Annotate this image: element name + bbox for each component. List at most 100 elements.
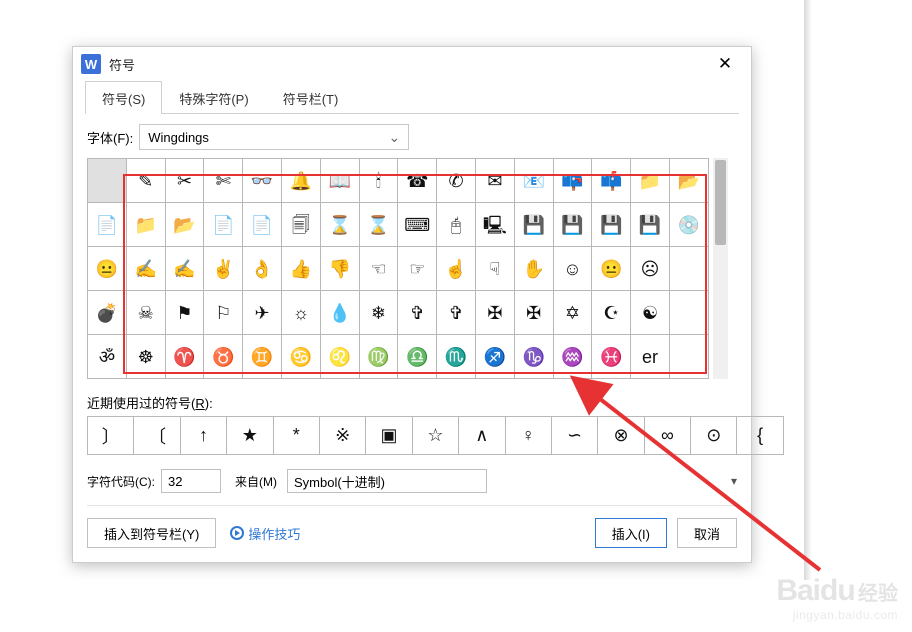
symbol-cell[interactable]: ♎ xyxy=(398,335,437,379)
recent-symbol-cell[interactable]: ♀ xyxy=(505,417,551,455)
symbol-cell[interactable]: ⌛ xyxy=(320,203,359,247)
symbol-cell[interactable]: 📫 xyxy=(592,159,631,203)
tab-symbols[interactable]: 符号(S) xyxy=(85,81,162,114)
symbol-cell[interactable]: 📄 xyxy=(204,203,243,247)
symbol-cell[interactable]: 💾 xyxy=(631,203,670,247)
symbol-cell[interactable]: ♑ xyxy=(514,335,553,379)
symbol-cell[interactable]: 📪 xyxy=(553,159,592,203)
symbol-cell[interactable]: ♊ xyxy=(243,335,282,379)
symbol-cell[interactable]: 📖 xyxy=(320,159,359,203)
symbol-cell[interactable]: ☯ xyxy=(631,291,670,335)
symbol-cell[interactable]: ☎ xyxy=(398,159,437,203)
char-code-input[interactable] xyxy=(161,469,221,493)
symbol-cell[interactable]: ♍ xyxy=(359,335,398,379)
symbol-cell[interactable]: ♓ xyxy=(592,335,631,379)
symbol-cell[interactable]: ✎ xyxy=(126,159,165,203)
symbol-cell[interactable]: 😐 xyxy=(88,247,127,291)
symbol-cell[interactable]: ♒ xyxy=(553,335,592,379)
recent-symbol-cell[interactable]: * xyxy=(273,417,319,455)
symbol-cell[interactable]: ⚑ xyxy=(165,291,204,335)
symbol-cell[interactable]: 💿 xyxy=(669,203,708,247)
recent-symbol-cell[interactable]: 〕 xyxy=(88,417,134,455)
symbol-cell[interactable]: er xyxy=(631,335,670,379)
grid-scrollbar[interactable] xyxy=(713,158,728,379)
recent-symbol-cell[interactable]: ∞ xyxy=(644,417,690,455)
insert-button[interactable]: 插入(I) xyxy=(595,518,667,548)
symbol-cell[interactable]: ✍ xyxy=(165,247,204,291)
symbol-cell[interactable]: ☜ xyxy=(359,247,398,291)
symbol-cell[interactable]: 💾 xyxy=(592,203,631,247)
symbol-cell[interactable]: ॐ xyxy=(88,335,127,379)
symbol-cell[interactable]: 💧 xyxy=(320,291,359,335)
symbol-cell[interactable]: ✆ xyxy=(437,159,476,203)
symbol-cell[interactable]: 📄 xyxy=(243,203,282,247)
font-select[interactable]: Wingdings xyxy=(139,124,409,150)
recent-symbol-cell[interactable]: ⊗ xyxy=(598,417,644,455)
symbol-cell[interactable]: 💾 xyxy=(514,203,553,247)
symbol-cell[interactable]: 👎 xyxy=(320,247,359,291)
symbol-cell[interactable] xyxy=(669,247,708,291)
symbol-cell[interactable]: ☟ xyxy=(475,247,514,291)
recent-symbol-cell[interactable]: 〔 xyxy=(134,417,180,455)
symbol-cell[interactable]: ✂ xyxy=(165,159,204,203)
symbol-cell[interactable]: ☝ xyxy=(437,247,476,291)
symbol-cell[interactable] xyxy=(669,291,708,335)
symbol-cell[interactable]: 🗐 xyxy=(281,203,320,247)
symbol-cell[interactable]: ♌ xyxy=(320,335,359,379)
symbol-cell[interactable]: ♋ xyxy=(281,335,320,379)
tab-symbol-bar[interactable]: 符号栏(T) xyxy=(266,81,356,114)
symbol-cell[interactable]: ☪ xyxy=(592,291,631,335)
recent-symbol-cell[interactable]: ※ xyxy=(319,417,365,455)
symbol-cell[interactable]: 📂 xyxy=(669,159,708,203)
symbol-cell[interactable]: ☸ xyxy=(126,335,165,379)
symbol-cell[interactable]: 🖰 xyxy=(437,203,476,247)
symbol-cell[interactable]: ✄ xyxy=(204,159,243,203)
recent-symbol-cell[interactable]: ▣ xyxy=(366,417,412,455)
from-select[interactable]: Symbol(十进制) xyxy=(287,469,487,493)
symbol-cell[interactable]: ♉ xyxy=(204,335,243,379)
scrollbar-thumb[interactable] xyxy=(715,160,726,245)
symbol-cell[interactable]: ♈ xyxy=(165,335,204,379)
symbol-cell[interactable]: ❄ xyxy=(359,291,398,335)
tab-special-chars[interactable]: 特殊字符(P) xyxy=(162,81,265,114)
insert-to-toolbar-button[interactable]: 插入到符号栏(Y) xyxy=(87,518,216,548)
symbol-cell[interactable]: ✌ xyxy=(204,247,243,291)
symbol-cell[interactable]: ☠ xyxy=(126,291,165,335)
recent-symbol-cell[interactable]: ★ xyxy=(227,417,273,455)
symbol-cell[interactable]: 💾 xyxy=(553,203,592,247)
symbol-cell[interactable]: ☺ xyxy=(553,247,592,291)
symbol-cell[interactable]: ☹ xyxy=(631,247,670,291)
symbol-cell[interactable]: ✉ xyxy=(475,159,514,203)
symbol-cell[interactable]: ⌨ xyxy=(398,203,437,247)
symbol-cell[interactable] xyxy=(88,159,127,203)
symbol-cell[interactable] xyxy=(669,335,708,379)
symbol-cell[interactable]: 📁 xyxy=(126,203,165,247)
symbol-cell[interactable]: ✋ xyxy=(514,247,553,291)
symbol-cell[interactable]: 👓 xyxy=(243,159,282,203)
symbol-cell[interactable]: 📧 xyxy=(514,159,553,203)
tips-link[interactable]: 操作技巧 xyxy=(230,524,300,543)
recent-symbol-cell[interactable]: ∧ xyxy=(459,417,505,455)
recent-symbol-cell[interactable]: ↑ xyxy=(180,417,226,455)
symbol-cell[interactable]: 📂 xyxy=(165,203,204,247)
symbol-cell[interactable]: ☞ xyxy=(398,247,437,291)
recent-symbol-cell[interactable]: ⊙ xyxy=(691,417,737,455)
symbol-cell[interactable]: ☼ xyxy=(281,291,320,335)
symbol-cell[interactable]: ♐ xyxy=(475,335,514,379)
close-button[interactable]: ✕ xyxy=(707,50,743,78)
symbol-cell[interactable]: ✞ xyxy=(398,291,437,335)
symbol-cell[interactable]: 🕯 xyxy=(359,159,398,203)
symbol-cell[interactable]: ✍ xyxy=(126,247,165,291)
cancel-button[interactable]: 取消 xyxy=(677,518,737,548)
symbol-cell[interactable]: ✞ xyxy=(437,291,476,335)
symbol-cell[interactable]: ✠ xyxy=(514,291,553,335)
chevron-down-icon[interactable]: ▾ xyxy=(701,474,737,488)
symbol-cell[interactable]: 💣 xyxy=(88,291,127,335)
symbol-cell[interactable]: 📁 xyxy=(631,159,670,203)
recent-symbol-cell[interactable]: ☆ xyxy=(412,417,458,455)
symbol-cell[interactable]: ✡ xyxy=(553,291,592,335)
symbol-cell[interactable]: 🔔 xyxy=(281,159,320,203)
symbol-cell[interactable]: 🖳 xyxy=(475,203,514,247)
symbol-cell[interactable]: 📄 xyxy=(88,203,127,247)
symbol-cell[interactable]: ♏ xyxy=(437,335,476,379)
